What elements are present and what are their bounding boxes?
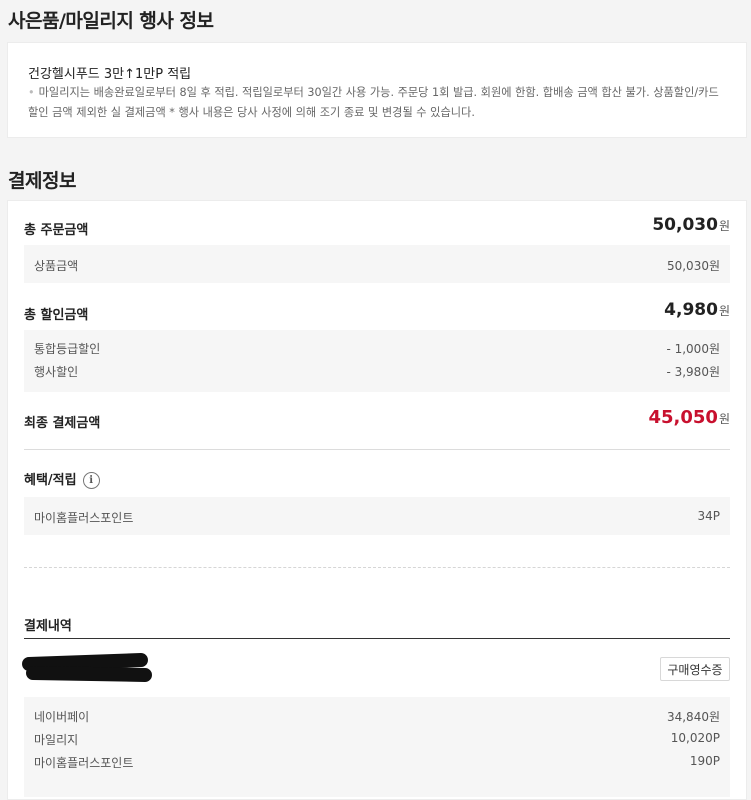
currency-unit: 원 — [718, 304, 730, 318]
benefit-label: 혜택/적립 — [24, 473, 77, 488]
history-row: 마이홈플러스포인트 190P — [34, 754, 720, 770]
benefit-header: 혜택/적립 i — [24, 469, 100, 489]
discount-label: 행사할인 — [34, 365, 79, 379]
redaction-mark — [25, 665, 153, 683]
total-discount-amount: 4,980원 — [664, 300, 730, 320]
final-amount-label: 최종 결제금액 — [24, 416, 101, 431]
final-amount-value: 45,050 — [648, 407, 718, 428]
promo-description: • 마일리지는 배송완료일로부터 8일 후 적립. 적립일로부터 30일간 사용 … — [28, 83, 728, 123]
dashed-divider — [24, 567, 730, 568]
discount-value: - 1,000원 — [666, 342, 720, 356]
history-item-label: 마이홈플러스포인트 — [34, 756, 134, 770]
history-item-label: 네이버페이 — [34, 710, 90, 724]
total-order-amount: 50,030원 — [652, 215, 730, 235]
promo-card: 건강헬시푸드 3만↑1만P 적립 • 마일리지는 배송완료일로부터 8일 후 적립… — [7, 42, 747, 138]
payment-section-title: 결제정보 — [8, 170, 76, 192]
product-amount-value: 50,030원 — [666, 259, 720, 273]
section-divider — [24, 449, 730, 450]
discount-label: 통합등급할인 — [34, 342, 101, 356]
history-item-label: 마일리지 — [34, 733, 79, 747]
product-amount-box: 상품금액 50,030원 — [24, 245, 730, 283]
total-order-label: 총 주문금액 — [24, 223, 89, 238]
discount-value: - 3,980원 — [666, 365, 720, 379]
benefit-row: 마이홈플러스포인트 34P — [34, 509, 720, 525]
bullet-dot-icon: • — [28, 86, 35, 99]
history-item-value: 34,840원 — [666, 710, 720, 724]
info-icon[interactable]: i — [82, 472, 100, 489]
discount-row: 행사할인 - 3,980원 — [34, 363, 720, 379]
total-order-value: 50,030 — [652, 215, 718, 235]
history-row: 네이버페이 34,840원 — [34, 708, 720, 724]
product-amount-label: 상품금액 — [34, 259, 79, 273]
promo-description-text: 마일리지는 배송완료일로부터 8일 후 적립. 적립일로부터 30일간 사용 가… — [28, 86, 719, 119]
history-row: 마일리지 10,020P — [34, 731, 720, 747]
benefit-item-value: 34P — [697, 509, 720, 523]
gift-section-title: 사은품/마일리지 행사 정보 — [8, 10, 214, 32]
currency-unit: 원 — [718, 412, 730, 426]
discount-row: 통합등급할인 - 1,000원 — [34, 340, 720, 356]
benefit-box: 마이홈플러스포인트 34P — [24, 497, 730, 535]
history-item-value: 190P — [689, 754, 720, 768]
receipt-button[interactable]: 구매영수증 — [660, 657, 730, 681]
final-amount: 45,050원 — [648, 407, 730, 428]
promo-title: 건강헬시푸드 3만↑1만P 적립 — [28, 67, 192, 82]
currency-unit: 원 — [718, 219, 730, 233]
total-discount-label: 총 할인금액 — [24, 308, 89, 323]
product-amount-row: 상품금액 50,030원 — [34, 257, 720, 273]
benefit-item-label: 마이홈플러스포인트 — [34, 511, 134, 525]
payment-card: 총 주문금액 50,030원 상품금액 50,030원 총 할인금액 4,980… — [7, 200, 747, 800]
history-title: 결제내역 — [24, 619, 72, 634]
total-discount-value: 4,980 — [664, 300, 718, 320]
history-rule — [24, 638, 730, 639]
discount-detail-box: 통합등급할인 - 1,000원 행사할인 - 3,980원 — [24, 330, 730, 392]
history-item-value: 10,020P — [670, 731, 720, 745]
history-box: 네이버페이 34,840원 마일리지 10,020P 마이홈플러스포인트 190… — [24, 697, 730, 797]
